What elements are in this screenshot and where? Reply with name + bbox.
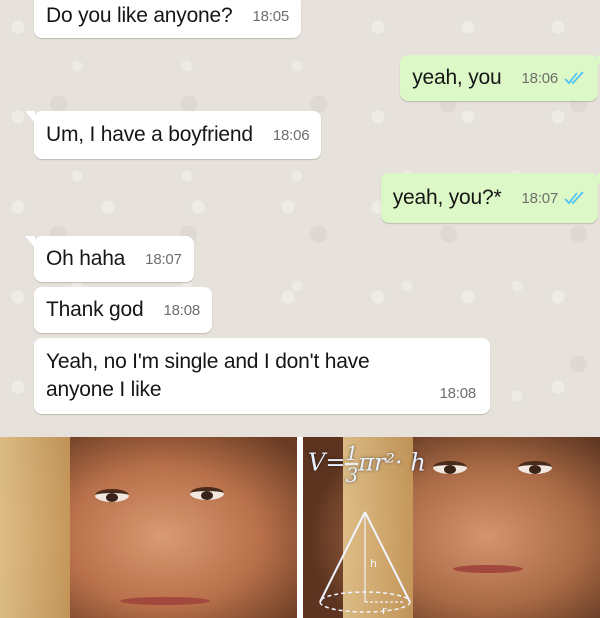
eye-shape [433,461,467,474]
message-text: Oh haha [46,247,126,270]
message-incoming[interactable]: Do you like anyone? 18:05 [34,0,302,38]
message-time: 18:08 [163,301,200,319]
cone-diagram-icon: h r [319,511,411,617]
double-check-icon [564,191,586,205]
message-text: yeah, you?* [392,186,502,209]
cone-label-r: r [382,604,387,617]
message-outgoing[interactable]: yeah, you?* 18:07 [380,173,600,223]
message-text: Um, I have a boyfriend [46,123,253,146]
mouth-shape [120,597,210,605]
message-incoming[interactable]: Yeah, no I'm single and I don't have any… [34,338,490,414]
meme-panel-left [0,437,297,618]
message-time: 18:08 [439,385,476,402]
message-incoming[interactable]: Oh haha 18:07 [25,236,194,282]
message-time: 18:06 [272,126,310,144]
message-time: 18:06 [521,69,558,87]
math-formula-overlay: V= 1 3 πr²· h [308,441,426,487]
message-time: 18:07 [145,250,182,268]
message-incoming[interactable]: Um, I have a boyfriend 18:06 [24,111,322,159]
cone-label-h: h [370,557,377,570]
message-text: Yeah, no I'm single and I don't have any… [46,350,370,401]
message-time: 18:07 [521,189,558,207]
mouth-shape [453,565,523,573]
message-text: Do you like anyone? [46,4,233,27]
message-text: yeah, you [412,66,502,89]
message-text: Thank god [46,298,144,321]
double-check-icon [564,71,586,85]
eye-shape [518,461,552,474]
message-incoming[interactable]: Thank god 18:08 [34,287,212,333]
message-outgoing[interactable]: yeah, you 18:06 [400,55,600,101]
chat-area: Do you like anyone? 18:05 yeah, you 18:0… [0,0,600,437]
eye-shape [95,489,129,502]
eye-shape [190,487,224,500]
hair-shape [0,437,70,618]
message-time: 18:05 [252,7,290,25]
math-lady-meme-image: V= 1 3 πr²· h h r [0,437,600,618]
